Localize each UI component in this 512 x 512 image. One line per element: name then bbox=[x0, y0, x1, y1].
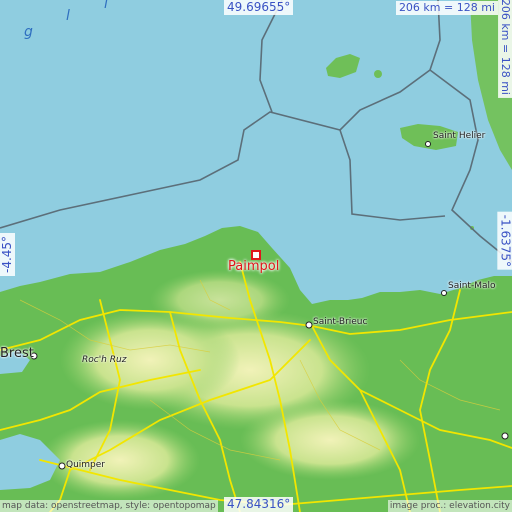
place-label-saint-helier: Saint Helier bbox=[433, 131, 486, 141]
map-view[interactable]: g l l Paimpol Saint Helier Saint-Malo Sa… bbox=[0, 0, 512, 512]
location-marker bbox=[251, 250, 261, 260]
sea-label-letter: g bbox=[24, 24, 33, 40]
place-label-brest: Brest bbox=[0, 346, 34, 361]
place-label-quimper: Quimper bbox=[66, 460, 106, 470]
latitude-top-label: 49.69655° bbox=[224, 0, 294, 15]
sea-label-letter: l bbox=[104, 0, 108, 12]
scale-label-vertical: 206 km = 128 mi bbox=[498, 0, 512, 98]
saint-brieuc-marker bbox=[305, 321, 313, 329]
main-location-label: Paimpol bbox=[228, 259, 280, 274]
scale-label-horizontal: 206 km = 128 mi bbox=[395, 1, 498, 15]
place-label-roch-ruz: Roc'h Ruz bbox=[82, 355, 127, 365]
quimper-marker bbox=[58, 462, 66, 470]
saint-malo-marker bbox=[441, 290, 447, 296]
map-canvas bbox=[0, 0, 512, 512]
image-attribution: image proc.: elevation.city bbox=[387, 500, 512, 512]
sea-label-letter: l bbox=[66, 8, 70, 24]
saint-helier-marker bbox=[425, 141, 431, 147]
longitude-right-label: -1.6375° bbox=[497, 211, 512, 270]
place-label-saint-brieuc: Saint-Brieuc bbox=[313, 317, 368, 327]
longitude-left-label: -4.45° bbox=[0, 232, 15, 276]
map-attribution: map data: openstreetmap, style: opentopo… bbox=[0, 500, 218, 512]
latitude-bottom-label: 47.84316° bbox=[224, 497, 294, 512]
place-label-saint-malo: Saint-Malo bbox=[448, 281, 496, 291]
